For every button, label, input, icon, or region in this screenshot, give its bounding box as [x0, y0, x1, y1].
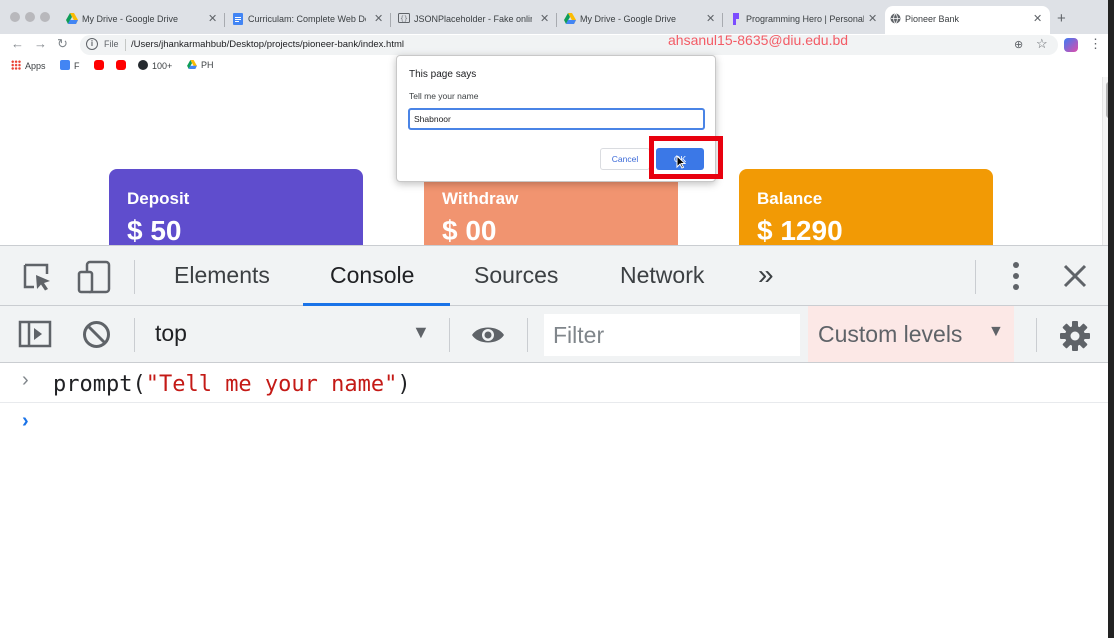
clear-console-icon[interactable] [82, 320, 111, 354]
browser-tab[interactable]: My Drive - Google Drive ✕ [560, 6, 722, 34]
live-expression-eye-icon[interactable] [470, 323, 506, 352]
console-output[interactable]: › prompt("Tell me your name") › [0, 363, 1108, 638]
console-prompt-icon: › [22, 410, 29, 432]
gear-icon[interactable] [1059, 320, 1091, 357]
watermark: ahsanul15-8635@diu.edu.bd [668, 32, 849, 48]
window-zoom-light[interactable] [40, 12, 50, 22]
window-minimize-light[interactable] [25, 12, 35, 22]
address-bar[interactable]: i File /Users/jhankarmahbub/Desktop/proj… [80, 35, 1058, 55]
sidebar-toggle-icon[interactable] [18, 320, 52, 353]
console-input-entry: › prompt("Tell me your name") [0, 363, 1108, 403]
svg-text:{}: {} [400, 16, 408, 23]
tab-title: Programming Hero | Personal w [746, 14, 864, 24]
card-amount: $ 00 [442, 215, 497, 245]
tab-strip: My Drive - Google Drive ✕ Curriculam: Co… [0, 0, 1114, 34]
tab-console[interactable]: Console [330, 262, 414, 289]
browser-tab[interactable]: Curriculam: Complete Web Dev ✕ [228, 6, 390, 34]
tab-network[interactable]: Network [620, 262, 704, 289]
tab-title: My Drive - Google Drive [580, 14, 677, 24]
close-devtools-icon[interactable] [1063, 264, 1087, 293]
bookmark-apps[interactable]: Apps [11, 60, 46, 71]
log-levels-dropdown[interactable]: Custom levels ▼ [808, 306, 1014, 362]
inspect-element-icon[interactable] [22, 262, 52, 297]
more-tabs-icon[interactable]: » [758, 259, 774, 291]
tab-title: My Drive - Google Drive [82, 14, 179, 24]
browser-tab[interactable]: Programming Hero | Personal w ✕ [726, 6, 884, 34]
back-icon[interactable]: ← [11, 36, 24, 51]
tab-close-icon[interactable]: ✕ [540, 12, 549, 25]
google-docs-icon [60, 60, 70, 70]
console-command: prompt("Tell me your name") [53, 372, 411, 397]
device-toolbar-icon[interactable] [77, 260, 111, 299]
name-input[interactable] [408, 108, 705, 130]
tab-title: Pioneer Bank [905, 14, 960, 24]
info-icon[interactable]: i [86, 38, 98, 50]
card-amount: $ 1290 [757, 215, 843, 245]
chevron-right-icon: › [22, 369, 29, 391]
card-title: Withdraw [442, 189, 519, 208]
devtools-panel: Elements Console Sources Network » top ▼… [0, 245, 1108, 638]
browser-tab[interactable]: My Drive - Google Drive ✕ [62, 6, 224, 34]
deposit-card: Deposit $ 50 [109, 169, 363, 245]
ok-highlight-box [649, 136, 723, 179]
card-title: Deposit [127, 189, 190, 208]
window-edge [1108, 0, 1114, 638]
forward-icon[interactable]: → [34, 36, 47, 51]
window-close-light[interactable] [10, 12, 20, 22]
globe-icon [889, 13, 901, 25]
dialog-title: This page says [409, 69, 477, 80]
tab-close-icon[interactable]: ✕ [374, 12, 383, 25]
dialog-message: Tell me your name [409, 91, 479, 101]
google-docs-icon [232, 13, 244, 25]
bookmark-ph[interactable]: PH [187, 60, 214, 70]
tab-close-icon[interactable]: ✕ [1033, 12, 1042, 25]
youtube-icon [116, 60, 126, 70]
browser-tab-active[interactable]: Pioneer Bank ✕ [885, 6, 1050, 34]
bookmark-star-icon[interactable]: ☆ [1036, 36, 1048, 52]
tab-close-icon[interactable]: ✕ [868, 12, 877, 25]
json-placeholder-icon: {} [398, 13, 410, 25]
chevron-down-icon: ▼ [988, 323, 1004, 340]
browser-tab[interactable]: {} JSONPlaceholder - Fake online ✕ [394, 6, 556, 34]
browser-toolbar: ← → ↻ i File /Users/jhankarmahbub/Deskto… [0, 34, 1114, 56]
tab-sources[interactable]: Sources [474, 262, 558, 289]
google-drive-icon [187, 60, 197, 70]
url-text[interactable]: /Users/jhankarmahbub/Desktop/projects/pi… [131, 39, 404, 50]
extension-icon[interactable] [1064, 38, 1078, 52]
devtools-tabbar: Elements Console Sources Network » [0, 245, 1108, 306]
youtube-icon [94, 60, 104, 70]
cancel-button[interactable]: Cancel [600, 148, 650, 170]
zoom-icon[interactable]: ⊕ [1014, 38, 1023, 51]
bookmark-f[interactable]: F [60, 60, 80, 71]
devtools-menu-icon[interactable] [1012, 261, 1020, 296]
console-filter-input[interactable] [544, 314, 800, 356]
tab-close-icon[interactable]: ✕ [208, 12, 217, 25]
bookmark-github[interactable]: 100+ [138, 60, 172, 71]
balance-card: Balance $ 1290 [739, 169, 993, 245]
browser-menu-icon[interactable]: ⋮ [1089, 36, 1102, 52]
tab-close-icon[interactable]: ✕ [706, 12, 715, 25]
scheme-label: File [104, 39, 119, 49]
chevron-down-icon[interactable]: ▼ [412, 322, 430, 343]
github-icon [138, 60, 148, 70]
console-toolbar: top ▼ Custom levels ▼ [0, 306, 1108, 363]
google-drive-icon [564, 13, 576, 25]
tab-elements[interactable]: Elements [174, 262, 270, 289]
bookmark-youtube[interactable] [116, 60, 130, 71]
context-selector[interactable]: top [155, 320, 187, 347]
tab-title: Curriculam: Complete Web Dev [248, 14, 366, 24]
google-drive-icon [66, 13, 78, 25]
mouse-cursor-icon [676, 155, 686, 169]
programming-hero-icon [730, 13, 742, 25]
reload-icon[interactable]: ↻ [57, 36, 68, 52]
card-amount: $ 50 [127, 215, 182, 245]
log-levels-label: Custom levels [818, 321, 963, 347]
bookmark-youtube[interactable] [94, 60, 108, 71]
tab-title: JSONPlaceholder - Fake online [414, 14, 532, 24]
console-prompt-line[interactable]: › [0, 404, 1108, 444]
new-tab-button[interactable]: + [1057, 10, 1066, 27]
apps-grid-icon [11, 60, 21, 70]
card-title: Balance [757, 189, 823, 208]
